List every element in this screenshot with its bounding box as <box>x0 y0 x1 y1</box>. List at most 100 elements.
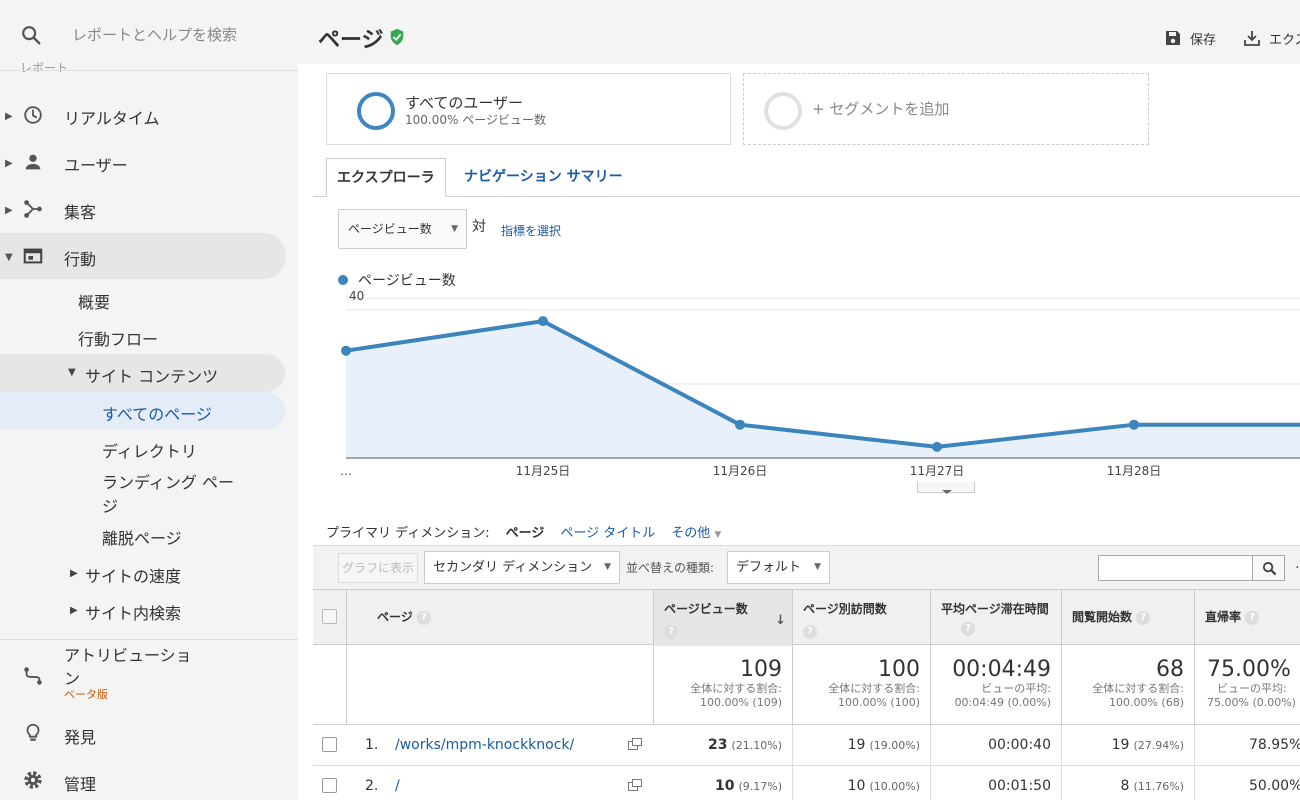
table-search-input[interactable] <box>1098 555 1253 581</box>
export-button[interactable]: エクスポート <box>1243 26 1300 50</box>
choose-metric-link[interactable]: 指標を選択 <box>501 222 561 239</box>
report-search[interactable]: レポートとヘルプを検索 <box>0 0 298 68</box>
cell-value: 23 <box>707 737 728 753</box>
search-placeholder[interactable]: レポートとヘルプを検索 <box>72 24 237 45</box>
primary-dimension-bar: プライマリ ディメンション: ページ ページ タイトル その他 ▼ <box>326 522 721 541</box>
sidebar-item-label: すべてのページ <box>102 405 212 424</box>
sidebar-item-landing-pages[interactable]: ランディング ペー <box>102 469 234 493</box>
caret-right-icon[interactable]: ▶ <box>5 205 13 216</box>
dimension-page[interactable]: ページ <box>506 522 545 541</box>
select-all-checkbox[interactable] <box>322 609 337 624</box>
sort-type-dropdown[interactable]: デフォルト ▼ <box>727 551 830 584</box>
help-icon[interactable]: ? <box>664 624 678 639</box>
sidebar-item-directory[interactable]: ディレクトリ <box>102 438 197 462</box>
caret-right-icon[interactable]: ▶ <box>5 111 13 122</box>
secondary-dimension-dropdown[interactable]: セカンダリ ディメンション ▼ <box>424 551 620 584</box>
column-header-page[interactable]: ページ ? <box>347 590 654 646</box>
totals-empty-cell <box>313 645 347 725</box>
total-avg-time: 00:04:49 ビューの平均: 00:04:49 (0.00%) <box>931 645 1062 725</box>
sidebar-item-realtime[interactable]: ▶ リアルタイム <box>0 92 286 138</box>
row-checkbox[interactable] <box>322 737 337 752</box>
sidebar-item-overview[interactable]: 概要 <box>78 289 110 313</box>
metric-dropdown[interactable]: ページビュー数 ▼ <box>338 209 467 249</box>
sidebar-item-landing-pages-wrap[interactable]: ジ <box>102 493 118 517</box>
sidebar-item-site-speed[interactable]: サイトの速度 <box>85 563 181 587</box>
sidebar-item-acquisition[interactable]: ▶ 集客 <box>0 186 286 232</box>
open-page-icon[interactable] <box>628 738 642 750</box>
row-page-link[interactable]: /works/mpm-knockknock/ <box>395 737 574 753</box>
column-header-pageviews[interactable]: ページビュー数 ? ↓ <box>654 590 793 646</box>
row-page-link[interactable]: / <box>395 778 400 794</box>
help-icon[interactable]: ? <box>416 610 431 625</box>
table-row[interactable]: 1. /works/mpm-knockknock/ 23 (21.10%) 19(… <box>313 725 1300 766</box>
chart-legend: ページビュー数 <box>338 270 456 290</box>
sidebar-item-admin[interactable]: 管理 <box>64 771 96 795</box>
dimension-other[interactable]: その他 ▼ <box>671 522 721 541</box>
table-header: ページ ? ページビュー数 ? ↓ ページ別訪問数 ? 平均ページ滞在時間 ? … <box>313 589 1300 646</box>
table-search-button[interactable] <box>1252 555 1285 581</box>
segment-all-users[interactable]: すべてのユーザー 100.00% ページビュー数 <box>326 73 731 145</box>
cell-pageviews: 10 (9.17%) <box>654 766 793 800</box>
row-number: 2. <box>365 778 379 794</box>
row-checkbox[interactable] <box>322 778 337 793</box>
caret-right-icon[interactable]: ▶ <box>5 158 13 169</box>
x-tick-label: 11月28日 <box>1107 464 1162 478</box>
x-tick-label: … <box>340 464 352 478</box>
sidebar-item-label: ユーザー <box>64 156 128 175</box>
gear-icon <box>24 771 42 789</box>
help-icon[interactable]: ? <box>961 622 975 636</box>
sidebar-item-label: 集客 <box>64 203 97 222</box>
sidebar-item-exit-pages[interactable]: 離脱ページ <box>102 525 182 549</box>
caret-right-icon[interactable]: ▶ <box>70 605 78 616</box>
help-icon[interactable]: ? <box>1136 610 1151 625</box>
sidebar-item-users[interactable]: ▶ ユーザー <box>0 139 286 185</box>
caret-down-icon[interactable]: ▼ <box>68 367 76 378</box>
sidebar-item-discover[interactable]: 発見 <box>64 724 96 748</box>
sidebar-item-behavior-flow[interactable]: 行動フロー <box>78 326 158 350</box>
download-icon <box>1244 31 1260 46</box>
sidebar-item-site-search[interactable]: サイト内検索 <box>85 600 181 624</box>
x-tick-label: 11月26日 <box>713 464 768 478</box>
cell-value: 10 <box>714 778 735 794</box>
secondary-dimension-label: セカンダリ ディメンション <box>433 560 593 575</box>
sort-descending-icon: ↓ <box>775 613 786 628</box>
column-header-label: ページビュー数 <box>664 602 748 616</box>
caret-down-icon[interactable]: ▼ <box>5 252 13 263</box>
cell-percent: (9.17%) <box>738 780 782 793</box>
table-row[interactable]: 2. / 10 (9.17%) 10 (10.00%) 00:01:50 8 (11.… <box>313 766 1300 800</box>
select-all-cell <box>313 590 347 646</box>
open-page-icon[interactable] <box>628 779 642 791</box>
column-header-avg-time[interactable]: 平均ページ滞在時間 <box>931 590 1062 646</box>
sidebar-item-attribution[interactable]: アトリビューショ <box>64 642 192 666</box>
save-button[interactable]: 保存 <box>1164 26 1216 50</box>
sidebar-item-label: 行動 <box>64 250 97 269</box>
chart-resize-handle[interactable] <box>917 482 975 494</box>
verified-shield-icon <box>390 28 404 46</box>
x-tick-label: 11月27日 <box>910 464 965 478</box>
add-segment-button[interactable]: + セグメントを追加 <box>743 73 1149 145</box>
data-point-1 <box>538 316 548 327</box>
vs-label: 対 <box>472 219 486 235</box>
caret-right-icon[interactable]: ▶ <box>70 568 78 579</box>
search-icon <box>1262 561 1277 576</box>
search-icon[interactable] <box>20 24 42 46</box>
caret-down-icon <box>942 490 952 494</box>
help-icon[interactable]: ? <box>1245 610 1260 625</box>
cell-percent: (19.00%) <box>869 739 920 752</box>
tab-explorer[interactable]: エクスプローラ <box>326 158 446 197</box>
sidebar-item-behavior[interactable]: ▼ 行動 <box>0 233 286 279</box>
column-header-bounce-rate[interactable]: 直帰率 ? <box>1195 590 1300 646</box>
data-point-3 <box>932 441 942 452</box>
add-segment-label: + セグメントを追加 <box>812 100 950 118</box>
help-icon[interactable]: ? <box>803 624 817 639</box>
plot-rows-button[interactable]: グラフに表示 <box>338 553 418 583</box>
tab-navigation-summary[interactable]: ナビゲーション サマリー <box>454 158 633 197</box>
cell-percent: (27.94%) <box>1133 739 1184 752</box>
column-header-entrances[interactable]: 閲覧開始数 ? <box>1062 590 1195 646</box>
dimension-page-title[interactable]: ページ タイトル <box>560 522 655 541</box>
segment-ring-icon <box>357 92 395 130</box>
cell-unique-pageviews: 10 (10.00%) <box>793 766 931 800</box>
column-header-unique-pageviews[interactable]: ページ別訪問数 ? <box>793 590 931 646</box>
advanced-filter-link[interactable]: … <box>1295 556 1300 572</box>
x-tick-label: 11月25日 <box>516 464 571 478</box>
